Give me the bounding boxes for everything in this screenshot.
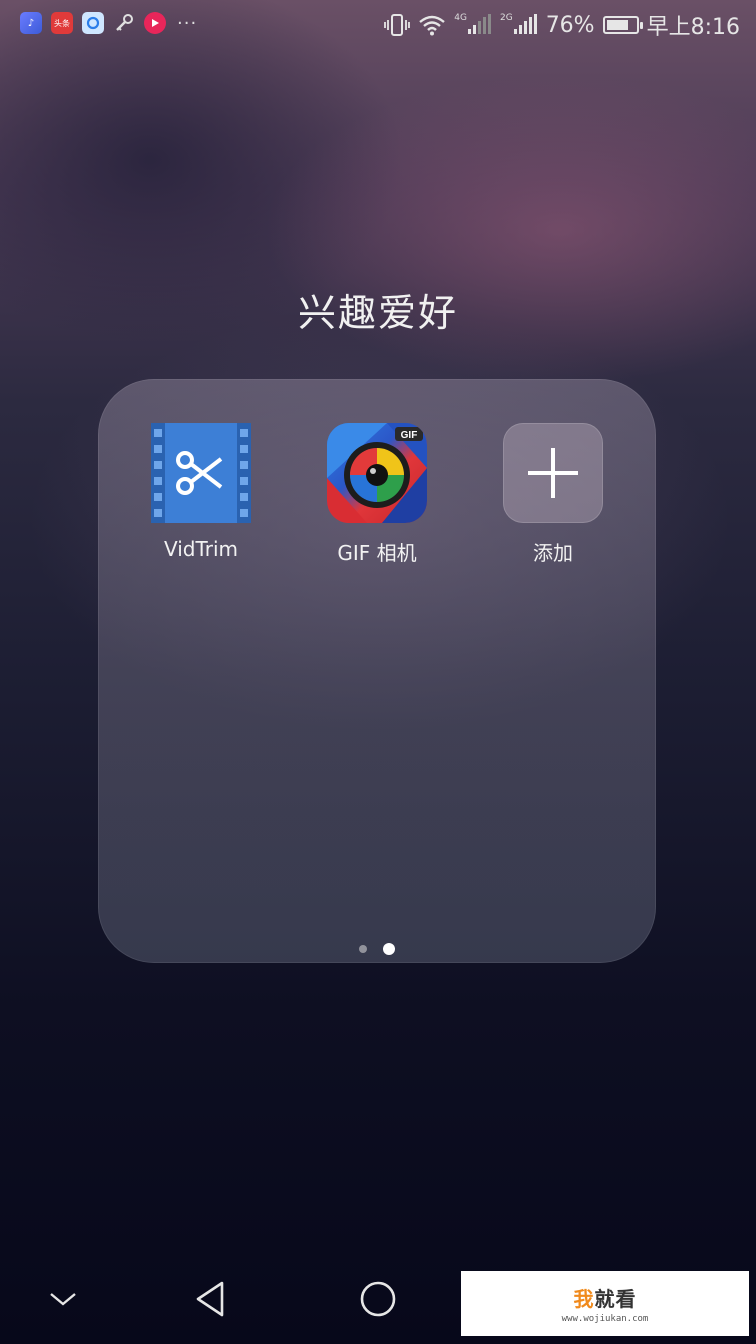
home-button[interactable] <box>348 1274 408 1324</box>
toutiao-icon-text: 头条 <box>54 18 70 28</box>
more-notifications-indicator: ··· <box>177 12 198 34</box>
network-4g-label: 4G <box>454 13 467 23</box>
network-2g-label: 2G <box>499 13 513 23</box>
app-gif-camera[interactable]: GIF GIF 相机 <box>302 423 452 566</box>
app-vidtrim[interactable]: VidTrim <box>126 423 276 561</box>
app-label-gif-camera: GIF 相机 <box>337 541 417 565</box>
status-indicators: 4G 2G 76% 早上8:16 <box>384 8 740 42</box>
vidtrim-scissors-film-icon[interactable] <box>151 423 251 523</box>
page-dot-1[interactable] <box>359 945 367 953</box>
app-label-add: 添加 <box>533 541 573 565</box>
page-indicator <box>98 943 656 955</box>
add-app-button[interactable]: 添加 <box>478 423 628 566</box>
watermark-logo: 我就看 www.wojiukan.com <box>461 1271 749 1336</box>
qq-browser-icon <box>82 12 104 34</box>
battery-icon <box>602 16 643 34</box>
plus-icon[interactable] <box>503 423 603 523</box>
page-dot-2-active[interactable] <box>383 943 395 955</box>
toutiao-icon: 头条 <box>51 12 73 34</box>
signal-2g-icon: 2G <box>499 13 538 36</box>
back-triangle-icon <box>196 1281 224 1317</box>
back-button[interactable] <box>180 1274 240 1324</box>
wifi-icon <box>418 14 446 36</box>
music-icon: ♪ <box>20 12 42 34</box>
watermark-title-first: 我 <box>573 1287 595 1311</box>
home-circle-icon <box>360 1281 396 1317</box>
video-icon <box>144 12 166 34</box>
notification-icons: ♪ 头条 ··· <box>20 12 197 34</box>
battery-percent: 76% <box>545 12 595 38</box>
chevron-down-icon <box>50 1293 76 1306</box>
key-icon <box>113 12 135 34</box>
signal-4g-icon: 4G <box>454 13 492 36</box>
status-bar: ♪ 头条 ··· 4G 2G 76% 早上8:16 <box>0 0 756 52</box>
gif-camera-lens-icon[interactable]: GIF <box>327 423 427 523</box>
folder-panel: VidTrim GIF GIF 相机 添加 <box>98 379 656 963</box>
gif-badge: GIF <box>401 430 418 441</box>
folder-title[interactable]: 兴趣爱好 <box>0 282 756 337</box>
battery-level <box>606 20 628 30</box>
watermark-url: www.wojiukan.com <box>561 1314 649 1324</box>
watermark-title-rest: 就看 <box>594 1287 637 1311</box>
app-label-vidtrim: VidTrim <box>163 537 239 561</box>
clock: 早上8:16 <box>646 15 740 40</box>
notification-toggle-button[interactable] <box>33 1274 93 1324</box>
watermark-title: 我就看 <box>574 1283 637 1312</box>
vibrate-icon <box>384 13 411 37</box>
